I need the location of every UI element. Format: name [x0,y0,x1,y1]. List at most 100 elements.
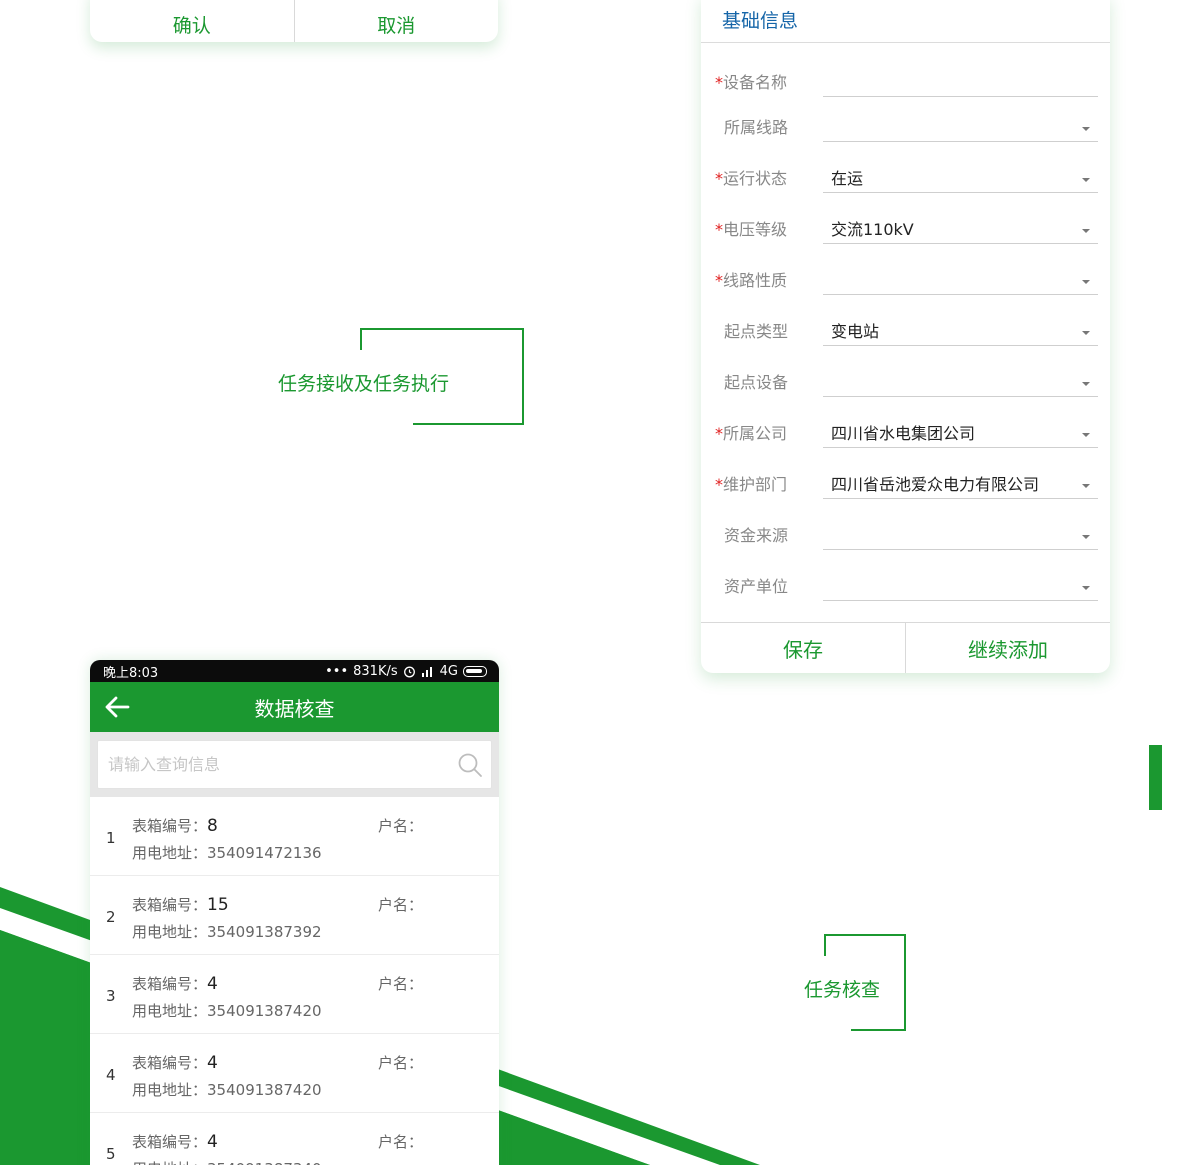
address-line: 用电地址：354091387340 [132,1158,322,1165]
status-speed: 831K/s [353,663,398,679]
address-line: 用电地址：354091387420 [132,1079,322,1100]
box-number-value: 4 [207,1053,218,1073]
item-index: 4 [106,1066,116,1084]
form-field-value: 变电站 [831,322,880,341]
form-row: 所属线路 [701,102,1110,142]
list-item[interactable]: 5 表箱编号：4 用电地址：354091387340 户名： [90,1113,499,1165]
form-field-value: 交流110kV [831,220,914,239]
form-select[interactable] [823,116,1098,142]
dropdown-caret-icon [1082,280,1090,284]
item-index: 3 [106,987,116,1005]
page-title: 数据核查 [254,696,335,721]
confirm-dialog: 确认 取消 [90,0,498,42]
form-select[interactable]: 在运 [823,167,1098,193]
form-row: 起点设备 [701,357,1110,397]
form-select[interactable]: 四川省水电集团公司 [823,422,1098,448]
box-number-value: 4 [207,974,218,994]
box-number-line: 表箱编号：4 [132,1131,218,1152]
confirm-button[interactable]: 确认 [90,0,294,42]
form-field-label-text: 资金来源 [724,526,789,545]
form-select[interactable]: 变电站 [823,320,1098,346]
form-row: *线路性质 [701,255,1110,295]
search-input[interactable] [98,741,438,788]
list-item[interactable]: 4 表箱编号：4 用电地址：354091387420 户名： [90,1034,499,1113]
meter-box-list: 1 表箱编号：8 用电地址：354091472136 户名： 2 表箱编号：15 用电地址：… [90,797,499,1165]
battery-icon [463,665,487,677]
address-label: 用电地址： [132,1002,208,1020]
form-field-label-text: 线路性质 [723,271,788,290]
form-field-label-text: 资产单位 [724,577,789,596]
address-value: 354091387392 [207,923,322,941]
required-mark: * [715,169,723,188]
form-select[interactable] [823,575,1098,601]
address-line: 用电地址：354091472136 [132,842,322,863]
status-network: 4G [439,663,458,679]
form-field-label-text: 所属线路 [724,118,789,137]
form-field-label: 起点类型 [724,318,788,342]
required-mark: * [715,220,723,239]
form-select[interactable]: 交流110kV [823,218,1098,244]
box-number-line: 表箱编号：15 [132,894,229,915]
box-number-line: 表箱编号：4 [132,973,218,994]
required-mark: * [715,73,723,92]
dropdown-caret-icon [1082,382,1090,386]
form-field-label: 资产单位 [724,573,788,597]
dropdown-caret-icon [1082,586,1090,590]
form-row: *运行状态 在运 [701,153,1110,193]
address-value: 354091387420 [207,1081,322,1099]
required-mark: * [715,475,723,494]
item-index: 1 [106,829,116,847]
form-section-title: 基础信息 [701,0,1110,43]
form-row: 资金来源 [701,510,1110,550]
holder-name-label: 户名： [378,975,424,993]
required-mark: * [715,424,723,443]
form-select[interactable] [823,371,1098,397]
form-field-label: 资金来源 [724,522,788,546]
form-field-label: *电压等级 [715,216,787,240]
list-item[interactable]: 2 表箱编号：15 用电地址：354091387392 户名： [90,876,499,955]
list-item[interactable]: 3 表箱编号：4 用电地址：354091387420 户名： [90,955,499,1034]
caption-task-receive: 任务接收及任务执行 [278,373,450,395]
form-field-label-text: 电压等级 [723,220,788,239]
form-field-label: *维护部门 [715,471,787,495]
continue-add-button[interactable]: 继续添加 [905,623,1110,673]
address-value: 354091387420 [207,1002,322,1020]
form-field-value: 四川省水电集团公司 [831,424,976,443]
form-field-label: 起点设备 [724,369,788,393]
dropdown-caret-icon [1082,229,1090,233]
form-input[interactable] [823,71,1098,97]
side-accent-bar [1149,745,1162,810]
box-number-label: 表箱编号： [132,1133,208,1151]
list-item[interactable]: 1 表箱编号：8 用电地址：354091472136 户名： [90,797,499,876]
form-row: 起点类型 变电站 [701,306,1110,346]
holder-name-label: 户名： [378,1054,424,1072]
back-arrow-icon[interactable] [104,695,130,719]
form-field-label: *运行状态 [715,165,787,189]
phone-screen: 晚上8:03 ••• 831K/s 4G 数据核查 请输入查询信息 1 表箱编号… [90,660,499,1165]
dropdown-caret-icon [1082,433,1090,437]
alarm-icon [403,666,415,677]
form-row: *维护部门 四川省岳池爱众电力有限公司 [701,459,1110,499]
save-button[interactable]: 保存 [701,623,905,673]
form-field-label-text: 设备名称 [723,73,788,92]
form-select[interactable]: 四川省岳池爱众电力有限公司 [823,473,1098,499]
address-line: 用电地址：354091387392 [132,921,322,942]
form-field-label-text: 所属公司 [723,424,788,443]
caption-task-check: 任务核查 [804,979,881,1001]
dropdown-caret-icon [1082,178,1090,182]
box-number-value: 8 [207,816,218,836]
cancel-button[interactable]: 取消 [293,0,499,42]
signal-icon [421,667,432,677]
search-icon[interactable] [457,752,483,778]
dropdown-caret-icon [1082,484,1090,488]
form-field-value: 在运 [831,169,864,188]
form-select[interactable] [823,524,1098,550]
form-field-label: *设备名称 [715,69,787,93]
address-line: 用电地址：354091387420 [132,1000,322,1021]
box-number-label: 表箱编号： [132,975,208,993]
holder-name-label: 户名： [378,896,424,914]
status-time: 晚上8:03 [103,665,159,681]
form-select[interactable] [823,269,1098,295]
item-index: 5 [106,1145,116,1163]
dropdown-caret-icon [1082,331,1090,335]
